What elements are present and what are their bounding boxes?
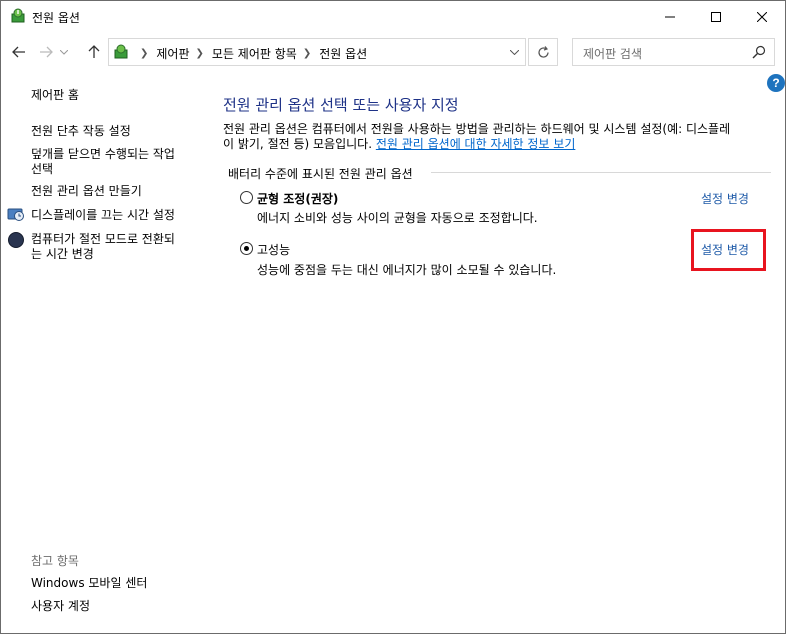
sidebar-item-sleep-time[interactable]: 컴퓨터가 절전 모드로 전환되 는 시간 변경	[31, 232, 175, 262]
navigation-bar: ❯ 제어판 ❯ 모든 제어판 항목 ❯ 전원 옵션 제어판 검색	[1, 36, 785, 68]
plans-group-label: 배터리 수준에 표시된 전원 관리 옵션	[228, 165, 419, 182]
arrow-right-icon	[40, 46, 53, 58]
description-line1: 전원 관리 옵션은 컴퓨터에서 전원을 사용하는 방법을 관리하는 하드웨어 및…	[223, 122, 731, 136]
minimize-icon	[665, 16, 675, 17]
address-bar[interactable]: ❯ 제어판 ❯ 모든 제어판 항목 ❯ 전원 옵션	[108, 38, 526, 66]
close-icon	[757, 11, 767, 22]
sidebar-item-lid-close[interactable]: 덮개를 닫으면 수행되는 작업 선택	[31, 147, 175, 177]
power-options-window: 전원 옵션 ❯ 제어판 ❯ 모든 제어판 항목 ❯ 전원 옵션 제어판 검색 ?…	[0, 0, 786, 634]
maximize-button[interactable]	[693, 1, 739, 32]
chevron-right-icon[interactable]: ❯	[303, 48, 311, 59]
plan-high-performance-name[interactable]: 고성능	[257, 241, 290, 258]
chevron-right-icon[interactable]: ❯	[196, 48, 204, 59]
breadcrumb: ❯ 제어판 ❯ 모든 제어판 항목 ❯ 전원 옵션	[134, 45, 367, 62]
plan-balanced-change-settings-link[interactable]: 설정 변경	[701, 190, 749, 207]
description-line2: 이 밝기, 절전 등) 모음입니다.	[223, 137, 376, 151]
arrow-left-icon	[12, 46, 25, 58]
back-button[interactable]	[9, 42, 29, 62]
title-bar: 전원 옵션	[1, 1, 785, 32]
page-description: 전원 관리 옵션은 컴퓨터에서 전원을 사용하는 방법을 관리하는 하드웨어 및…	[223, 122, 775, 152]
search-icon[interactable]	[752, 45, 766, 59]
page-title: 전원 관리 옵션 선택 또는 사용자 지정	[223, 96, 459, 114]
search-box[interactable]: 제어판 검색	[572, 38, 775, 66]
plan-balanced-description: 에너지 소비와 성능 사이의 균형을 자동으로 조정합니다.	[257, 211, 538, 225]
plan-balanced-name[interactable]: 균형 조정(권장)	[257, 190, 338, 207]
arrow-up-icon	[88, 45, 100, 58]
highlight-box	[691, 229, 766, 271]
display-icon	[7, 208, 24, 221]
breadcrumb-power-options[interactable]: 전원 옵션	[319, 45, 367, 62]
power-options-icon	[11, 8, 25, 23]
chevron-down-icon	[60, 49, 68, 55]
chevron-down-icon	[510, 49, 519, 55]
chevron-right-icon: ❯	[140, 48, 149, 59]
sidebar-item-mobility-center[interactable]: Windows 모바일 센터	[31, 576, 147, 591]
minimize-button[interactable]	[647, 1, 693, 32]
window-title: 전원 옵션	[32, 11, 80, 25]
up-button[interactable]	[84, 42, 104, 62]
sleep-moon-icon	[8, 232, 24, 248]
sidebar-item-user-accounts[interactable]: 사용자 계정	[31, 599, 90, 614]
question-mark-icon: ?	[772, 76, 780, 90]
forward-button[interactable]	[36, 42, 56, 62]
sidebar-item-create-plan[interactable]: 전원 관리 옵션 만들기	[31, 184, 142, 199]
sidebar-item-display-off[interactable]: 디스플레이를 끄는 시간 설정	[31, 208, 175, 223]
sidebar-item-power-button[interactable]: 전원 단추 작동 설정	[31, 124, 131, 139]
search-input[interactable]: 제어판 검색	[583, 45, 642, 62]
plan-high-performance-description: 성능에 중점을 두는 대신 에너지가 많이 소모될 수 있습니다.	[257, 263, 557, 277]
learn-more-link[interactable]: 전원 관리 옵션에 대한 자세한 정보 보기	[376, 137, 576, 151]
recent-locations-button[interactable]	[58, 42, 70, 62]
close-button[interactable]	[739, 1, 785, 32]
plan-high-performance-radio[interactable]	[240, 242, 253, 255]
control-panel-icon	[114, 44, 128, 59]
refresh-icon	[537, 45, 549, 58]
help-button[interactable]: ?	[767, 74, 785, 92]
group-divider	[431, 172, 771, 173]
maximize-icon	[711, 11, 721, 22]
sidebar-control-panel-home[interactable]: 제어판 홈	[31, 88, 79, 103]
plan-balanced-radio[interactable]	[240, 191, 253, 204]
breadcrumb-all-items[interactable]: 모든 제어판 항목	[212, 45, 297, 62]
see-also-title: 참고 항목	[31, 554, 79, 568]
address-dropdown-button[interactable]	[504, 38, 526, 66]
breadcrumb-control-panel[interactable]: 제어판	[156, 45, 189, 62]
refresh-button[interactable]	[528, 38, 558, 66]
